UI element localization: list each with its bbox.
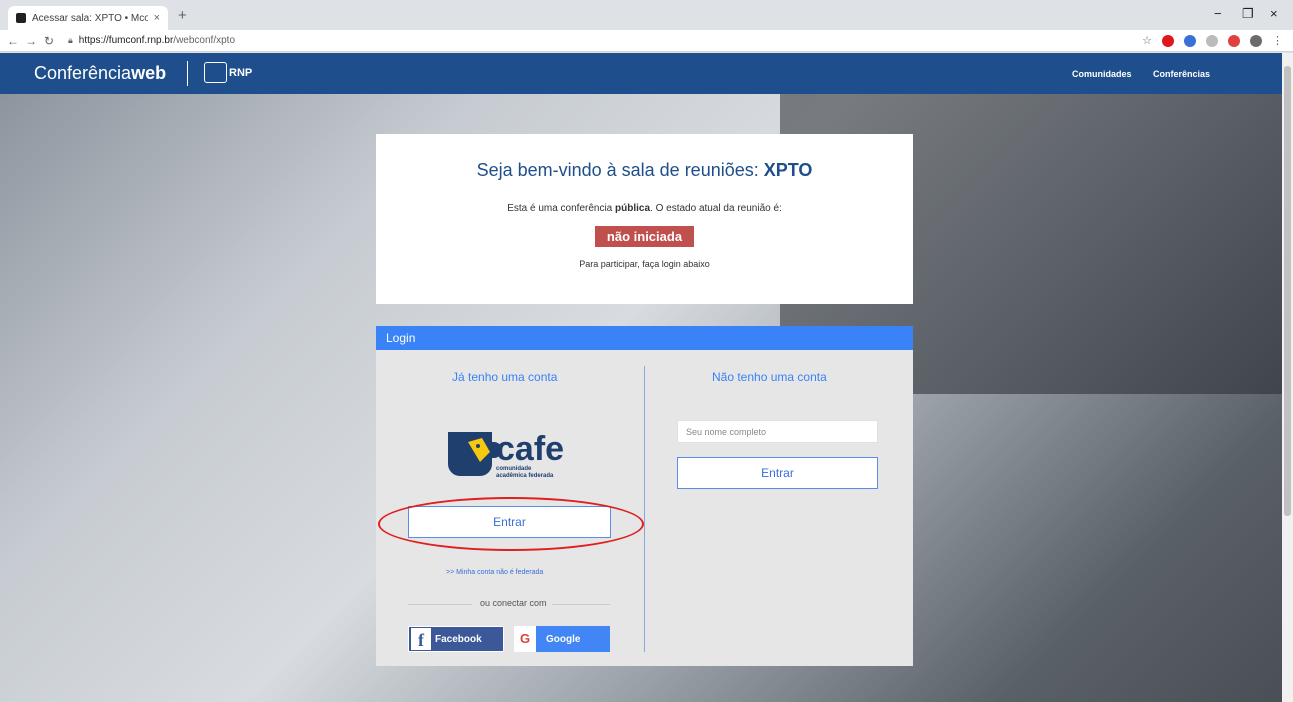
- cafe-logo-icon[interactable]: cafe comunidade acadêmica federada: [426, 420, 586, 480]
- welcome-description: Esta é uma conferência pública. O estado…: [376, 203, 913, 214]
- full-name-input[interactable]: Seu nome completo: [677, 420, 878, 443]
- desc-suffix: . O estado atual da reunião é:: [650, 203, 782, 214]
- guest-enter-button[interactable]: Entrar: [677, 457, 878, 489]
- extension-icons: ☆ ⋮: [1142, 34, 1283, 47]
- reload-icon[interactable]: ↻: [40, 34, 58, 48]
- maximize-button[interactable]: ❐: [1242, 6, 1254, 22]
- brand-light: Conferência: [34, 63, 132, 83]
- facebook-icon: f: [411, 628, 431, 650]
- site-header: Conferênciaweb RNP Comunidades Conferênc…: [0, 53, 1282, 94]
- lock-icon: 🔒︎: [68, 35, 73, 45]
- nav-comunidades[interactable]: Comunidades: [1072, 69, 1132, 79]
- browser-tab-bar: Acessar sala: XPTO • Mconf RNP × + − ❐ ×: [0, 0, 1293, 30]
- nav-conferencias[interactable]: Conferências: [1153, 69, 1210, 79]
- brand-divider: [187, 61, 188, 86]
- divider-right: [552, 604, 610, 605]
- login-hint: Para participar, faça login abaixo: [579, 259, 710, 269]
- bookmark-star-icon[interactable]: ☆: [1142, 34, 1152, 47]
- extension-icon[interactable]: [1228, 34, 1240, 47]
- back-icon[interactable]: ←: [4, 34, 22, 48]
- tab-close-icon[interactable]: ×: [154, 12, 160, 24]
- minimize-button[interactable]: −: [1214, 6, 1222, 21]
- google-label: Google: [546, 633, 581, 645]
- desc-prefix: Esta é uma conferência: [507, 203, 616, 214]
- cafe-wordmark: cafe: [496, 430, 564, 468]
- status-badge: não iniciada: [594, 226, 695, 247]
- address-bar: ← → ↻ 🔒︎ https://fumconf.rnp.br /webconf…: [0, 30, 1293, 52]
- rnp-label: RNP: [229, 67, 253, 79]
- login-panel-header: Login: [376, 326, 913, 350]
- google-login-button[interactable]: G Google: [514, 626, 610, 652]
- forward-icon[interactable]: →: [22, 34, 40, 48]
- has-account-title: Já tenho uma conta: [452, 370, 558, 384]
- facebook-label: Facebook: [435, 633, 482, 645]
- or-connect-label: ou conectar com: [480, 598, 547, 608]
- non-federated-link[interactable]: >> Minha conta não é federada: [446, 569, 543, 576]
- google-icon: G: [514, 626, 536, 652]
- url-host: https://fumconf.rnp.br: [78, 35, 174, 46]
- facebook-login-button[interactable]: f Facebook: [408, 626, 504, 652]
- welcome-title-prefix: Seja bem-vindo à sala de reuniões:: [476, 160, 764, 180]
- opera-extension-icon[interactable]: [1162, 34, 1174, 47]
- url-field[interactable]: 🔒︎ https://fumconf.rnp.br /webconf/xpto: [68, 35, 235, 46]
- divider-left: [408, 604, 472, 605]
- column-divider: [644, 366, 645, 652]
- tab-title: Acessar sala: XPTO • Mconf RNP: [32, 12, 148, 24]
- scrollbar-thumb[interactable]: [1284, 66, 1291, 516]
- room-name: XPTO: [763, 160, 813, 180]
- close-window-button[interactable]: ×: [1270, 6, 1278, 21]
- highlight-ellipse: [378, 497, 644, 551]
- brand-logo[interactable]: Conferênciaweb: [34, 63, 166, 84]
- brand-bold: web: [131, 63, 167, 83]
- url-path: /webconf/xpto: [173, 35, 236, 46]
- cafe-tagline-2: acadêmica federada: [496, 473, 554, 479]
- cafe-tagline-1: comunidade: [496, 466, 532, 472]
- menu-kebab-icon[interactable]: ⋮: [1272, 34, 1283, 47]
- no-account-title: Não tenho uma conta: [712, 370, 827, 384]
- welcome-title: Seja bem-vindo à sala de reuniões: XPTO: [376, 160, 913, 181]
- browser-tab[interactable]: Acessar sala: XPTO • Mconf RNP ×: [8, 6, 168, 30]
- welcome-card: Seja bem-vindo à sala de reuniões: XPTO …: [376, 134, 913, 304]
- extension-icon[interactable]: [1184, 34, 1196, 47]
- favicon-icon: [16, 13, 26, 23]
- new-tab-button[interactable]: +: [178, 7, 187, 24]
- profile-avatar-icon[interactable]: [1250, 34, 1262, 47]
- rnp-logo-icon: [204, 62, 227, 83]
- extension-icon[interactable]: [1206, 34, 1218, 47]
- desc-bold: pública: [615, 203, 651, 214]
